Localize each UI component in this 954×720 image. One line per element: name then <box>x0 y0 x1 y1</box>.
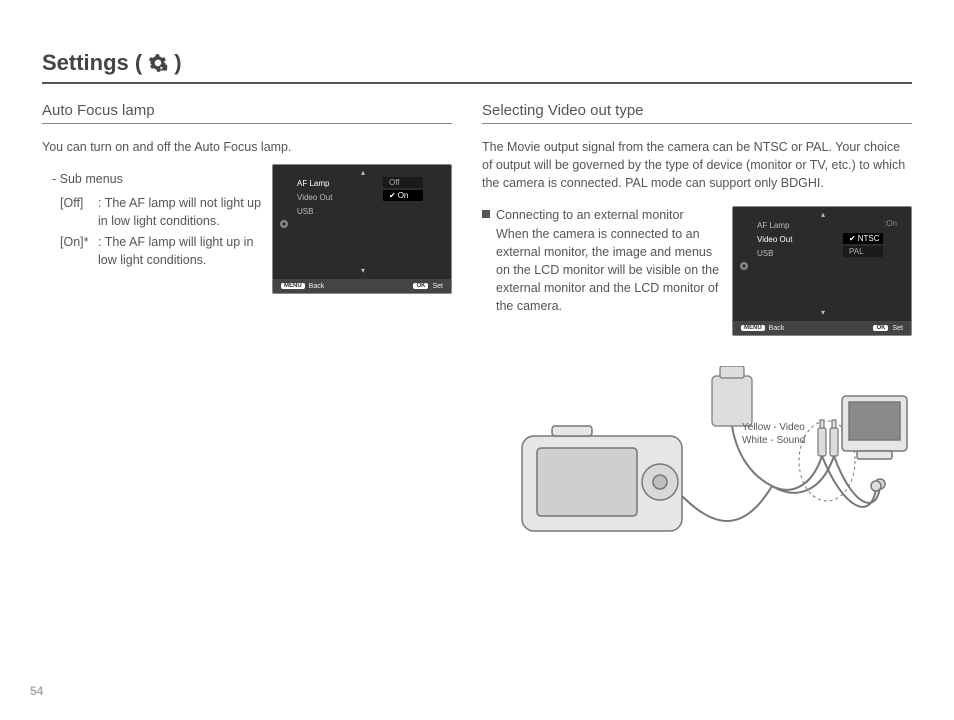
title-suffix: ) <box>174 50 181 76</box>
arrow-up-icon: ▴ <box>361 168 365 177</box>
gear-icon <box>148 53 168 73</box>
menu-button-label: MENU <box>741 325 765 331</box>
menu-item: Video Out <box>753 233 796 247</box>
screen-footer: MENU Back OK Set <box>733 321 911 335</box>
bullet-body: When the camera is connected to an exter… <box>496 225 722 316</box>
title-prefix: Settings ( <box>42 50 142 76</box>
right-heading: Selecting Video out type <box>482 102 912 124</box>
square-bullet-icon <box>482 210 490 218</box>
arrow-up-icon: ▴ <box>821 210 825 219</box>
gear-small-icon <box>279 219 289 229</box>
right-intro: The Movie output signal from the camera … <box>482 138 912 192</box>
right-bullet-block: Connecting to an external monitor When t… <box>482 206 722 315</box>
footer-set: Set <box>892 325 903 332</box>
menu-item: USB <box>293 205 336 219</box>
label-white-sound: White - Sound <box>742 434 805 447</box>
check-icon: ✔ <box>849 234 856 243</box>
left-intro: You can turn on and off the Auto Focus l… <box>42 138 452 156</box>
submenu-item: [On]* : The AF lamp will light up in low… <box>60 233 262 269</box>
submenu-desc: : The AF lamp will not light up in low l… <box>98 194 262 230</box>
footer-back: Back <box>309 283 325 290</box>
check-icon: ✔ <box>389 191 396 200</box>
menu-item: AF Lamp <box>753 219 796 233</box>
submenu-key: [Off] <box>60 194 98 230</box>
camera-screen-video: ▴ :On AF Lamp Video Out USB ✔NTSC PAL ▾ <box>732 206 912 336</box>
content-columns: Auto Focus lamp You can turn on and off … <box>42 102 912 556</box>
right-value: :On <box>884 219 897 228</box>
submenu-label: - Sub menus <box>52 170 262 188</box>
ok-button-label: OK <box>873 325 888 331</box>
option-item: Off <box>383 177 423 188</box>
camera-screen-af: ▴ AF Lamp Video Out USB Off ✔On ▾ <box>272 164 452 294</box>
submenu-key: [On]* <box>60 233 98 269</box>
submenu-item: [Off] : The AF lamp will not light up in… <box>60 194 262 230</box>
screen-footer: MENU Back OK Set <box>273 279 451 293</box>
option-item: ✔On <box>383 190 423 201</box>
arrow-down-icon: ▾ <box>361 266 365 275</box>
right-column: Selecting Video out type The Movie outpu… <box>482 102 912 556</box>
cable-labels: Yellow - Video White - Sound <box>742 421 805 447</box>
left-heading: Auto Focus lamp <box>42 102 452 124</box>
option-item: PAL <box>843 246 883 257</box>
footer-set: Set <box>432 283 443 290</box>
ok-button-label: OK <box>413 283 428 289</box>
menu-button-label: MENU <box>281 283 305 289</box>
left-submenu-block: - Sub menus [Off] : The AF lamp will not… <box>42 164 262 269</box>
option-item: ✔NTSC <box>843 233 883 244</box>
bullet-title: Connecting to an external monitor <box>496 206 722 224</box>
arrow-down-icon: ▾ <box>821 308 825 317</box>
menu-item: USB <box>753 247 796 261</box>
footer-back: Back <box>769 325 785 332</box>
submenu-desc: : The AF lamp will light up in low light… <box>98 233 262 269</box>
page-title: Settings ( ) <box>42 50 912 84</box>
connection-diagram: Yellow - Video White - Sound <box>482 366 912 556</box>
label-yellow-video: Yellow - Video <box>742 421 805 434</box>
gear-small-icon <box>739 261 749 271</box>
left-column: Auto Focus lamp You can turn on and off … <box>42 102 452 556</box>
menu-item: Video Out <box>293 191 336 205</box>
menu-item: AF Lamp <box>293 177 336 191</box>
manual-page: Settings ( ) Auto Focus lamp You can tur… <box>0 0 954 720</box>
page-number: 54 <box>30 684 43 698</box>
